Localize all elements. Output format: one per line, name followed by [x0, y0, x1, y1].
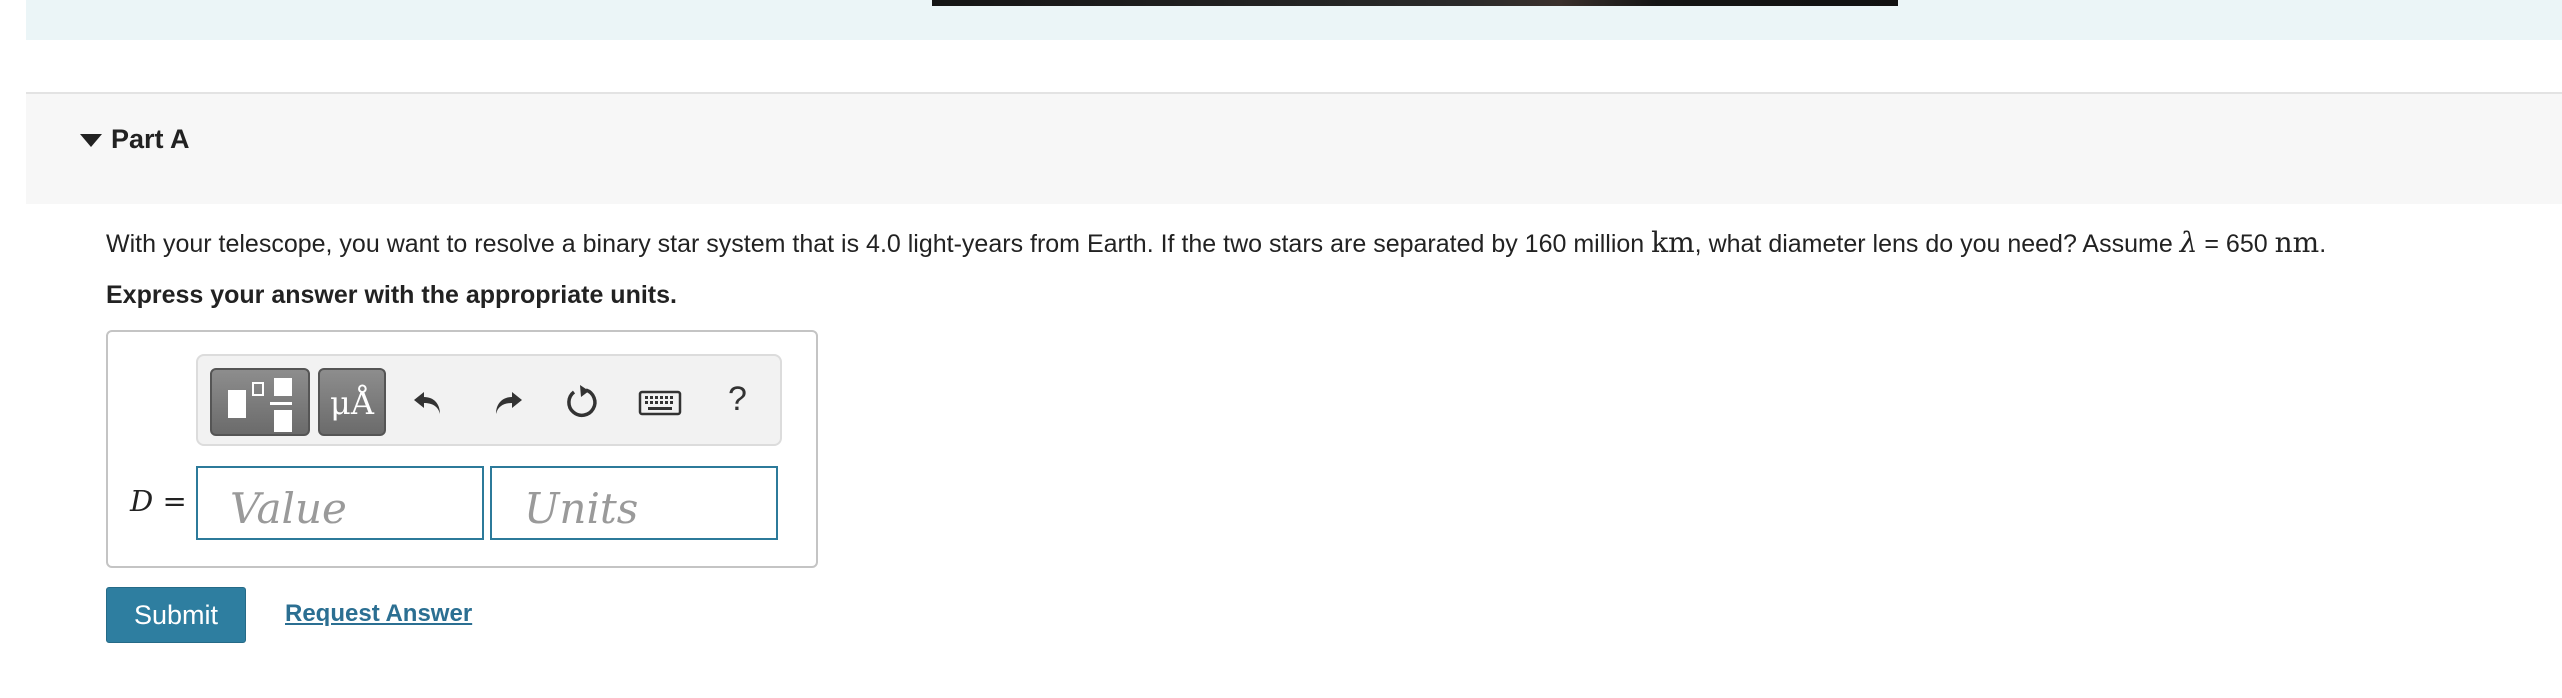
top-banner — [26, 0, 2562, 40]
figure-image-edge — [932, 0, 1898, 6]
part-a-header[interactable]: Part A — [26, 92, 2562, 204]
unit-nm: nm — [2274, 226, 2320, 259]
answer-instruction: Express your answer with the appropriate… — [106, 281, 677, 309]
equals-sign: = — [153, 484, 187, 518]
unit-km: km — [1651, 226, 1695, 259]
math-toolbar: μÅ ? — [196, 354, 782, 446]
question-text-part-2: , what diameter lens do you need? Assume — [1694, 230, 2180, 258]
lambda-symbol: λ — [2179, 226, 2198, 259]
units-input[interactable] — [490, 466, 778, 540]
redo-icon[interactable] — [486, 382, 526, 422]
part-title: Part A — [111, 124, 190, 154]
request-answer-link[interactable]: Request Answer — [285, 600, 472, 628]
variable-label: D = — [130, 484, 187, 518]
undo-icon[interactable] — [410, 382, 450, 422]
help-icon[interactable]: ? — [728, 380, 747, 419]
question-text-part-1: With your telescope, you want to resolve… — [106, 230, 1652, 258]
reset-icon[interactable] — [562, 382, 602, 422]
caret-down-icon[interactable] — [80, 134, 102, 147]
units-icon: μÅ — [330, 384, 374, 422]
value-input[interactable] — [196, 466, 484, 540]
answer-box: μÅ ? D = — [106, 330, 818, 568]
templates-button[interactable] — [210, 368, 310, 436]
keyboard-icon[interactable] — [638, 382, 682, 422]
question-text-part-3: = 650 — [2197, 230, 2275, 258]
submit-button[interactable]: Submit — [106, 587, 246, 643]
question-text: With your telescope, you want to resolve… — [106, 226, 2326, 259]
units-button[interactable]: μÅ — [318, 368, 386, 436]
question-text-part-4: . — [2319, 230, 2327, 258]
variable-symbol: D — [130, 484, 154, 518]
